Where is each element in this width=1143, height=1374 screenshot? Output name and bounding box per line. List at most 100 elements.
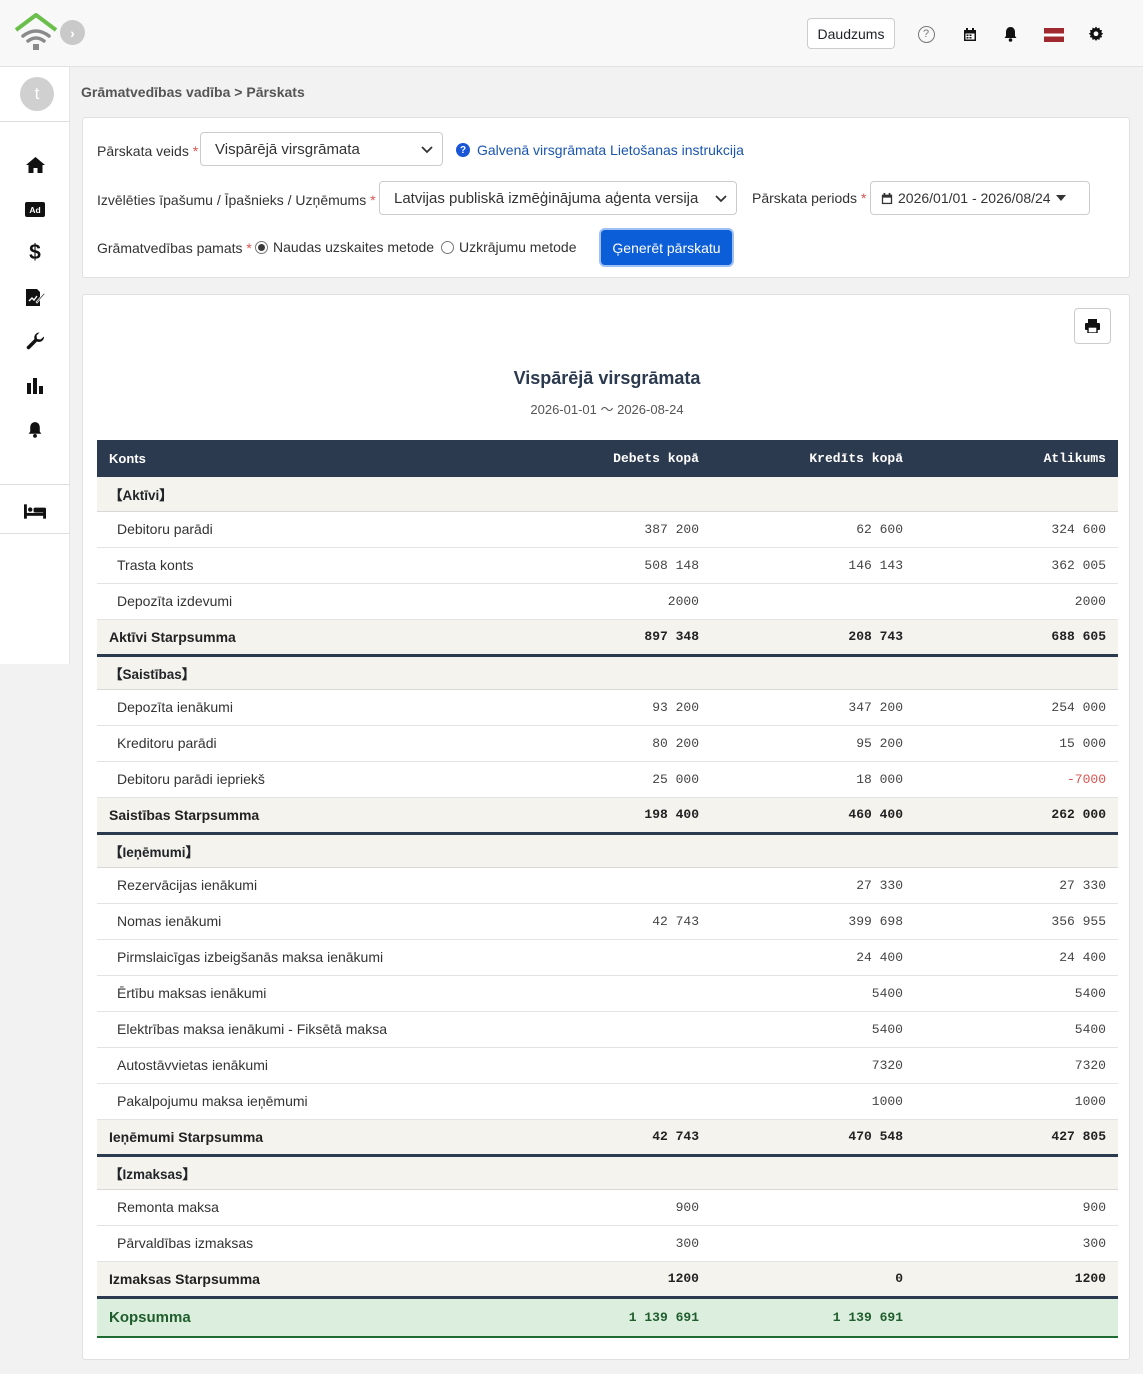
accounting-basis-label: Grāmatvedības pamats *: [97, 240, 252, 256]
column-header[interactable]: Kredīts kopā: [711, 440, 915, 477]
bell-icon[interactable]: [24, 418, 46, 440]
help-icon[interactable]: ?: [916, 24, 936, 44]
credit-cell: [711, 1189, 915, 1226]
column-header[interactable]: Atlikums: [915, 440, 1118, 477]
home-icon[interactable]: [24, 154, 46, 176]
table-row[interactable]: Autostāvvietas ienākumi 7320 7320: [97, 1047, 1118, 1084]
ad-icon[interactable]: Ad: [24, 198, 46, 220]
account-name: Pakalpojumu maksa ieņēmumi: [97, 1083, 507, 1120]
debit-cell: 25 000: [507, 761, 711, 798]
wrench-icon[interactable]: [24, 330, 46, 352]
credit-cell: 7320: [711, 1047, 915, 1084]
credit-cell: 27 330: [711, 867, 915, 904]
subtotal-balance: 427 805: [915, 1119, 1118, 1157]
credit-cell: [711, 1225, 915, 1262]
credit-cell: 5400: [711, 975, 915, 1012]
debit-cell: 387 200: [507, 511, 711, 548]
account-name: Ērtību maksas ienākumi: [97, 975, 507, 1012]
debit-cell: 93 200: [507, 689, 711, 726]
credit-cell: 5400: [711, 1011, 915, 1048]
print-button[interactable]: [1074, 308, 1111, 344]
subtotal-label: Aktīvi Starpsumma: [97, 619, 507, 657]
svg-text:Ad: Ad: [29, 205, 40, 215]
generate-report-button[interactable]: Ģenerēt pārskatu: [601, 230, 732, 265]
question-icon: ?: [456, 143, 470, 157]
subtotal-balance: 262 000: [915, 797, 1118, 835]
breadcrumb: Grāmatvedības vadība > Pārskats: [81, 84, 305, 100]
table-row[interactable]: Elektrības maksa ienākumi - Fiksētā maks…: [97, 1011, 1118, 1048]
contract-icon[interactable]: [24, 286, 46, 308]
subtotal-balance: 1200: [915, 1261, 1118, 1299]
debit-cell: [507, 1083, 711, 1120]
table-row[interactable]: Pakalpojumu maksa ieņēmumi 1000 1000: [97, 1083, 1118, 1120]
bell-icon[interactable]: [1000, 24, 1020, 44]
table-row[interactable]: Remonta maksa 900 900: [97, 1189, 1118, 1226]
quantity-button[interactable]: Daudzums: [807, 18, 895, 49]
period-picker[interactable]: 2026/01/01 - 2026/08/24: [870, 181, 1090, 215]
credit-cell: 24 400: [711, 939, 915, 976]
section-title: 【Ieņēmumi】: [97, 833, 1118, 868]
report-type-select[interactable]: Vispārējā virsgrāmata: [200, 132, 443, 166]
subtotal-balance: 688 605: [915, 619, 1118, 657]
balance-cell: 7320: [915, 1047, 1118, 1084]
logo-icon[interactable]: [14, 13, 58, 51]
subtotal-debit: 897 348: [507, 619, 711, 657]
table-row[interactable]: Debitoru parādi iepriekš 25 000 18 000 -700…: [97, 761, 1118, 798]
bed-icon[interactable]: [24, 500, 46, 522]
credit-cell: 399 698: [711, 903, 915, 940]
debit-cell: [507, 975, 711, 1012]
sidebar-toggle-chevron-icon[interactable]: ›: [60, 20, 85, 45]
subtotal-credit: 470 548: [711, 1119, 915, 1157]
table-row[interactable]: Trasta konts 508 148 146 143 362 005: [97, 547, 1118, 584]
credit-cell: 62 600: [711, 511, 915, 548]
subtotal-row: Ieņēmumi Starpsumma 42 743 470 548 427 805: [97, 1119, 1118, 1157]
account-name: Debitoru parādi: [97, 511, 507, 548]
table-row[interactable]: Kreditoru parādi 80 200 95 200 15 000: [97, 725, 1118, 762]
table-row[interactable]: Pārvaldības izmaksas 300 300: [97, 1225, 1118, 1262]
balance-cell: 2000: [915, 583, 1118, 620]
account-name: Elektrības maksa ienākumi - Fiksētā maks…: [97, 1011, 507, 1048]
table-row[interactable]: Nomas ienākumi 42 743 399 698 356 955: [97, 903, 1118, 940]
credit-cell: 146 143: [711, 547, 915, 584]
chart-icon[interactable]: [24, 374, 46, 396]
dollar-icon[interactable]: $: [24, 241, 46, 264]
debit-cell: [507, 867, 711, 904]
table-row[interactable]: Ērtību maksas ienākumi 5400 5400: [97, 975, 1118, 1012]
avatar[interactable]: t: [20, 77, 54, 111]
table-row[interactable]: Rezervācijas ienākumi 27 330 27 330: [97, 867, 1118, 904]
calendar-icon[interactable]: [960, 24, 980, 44]
gear-icon[interactable]: [1086, 24, 1106, 44]
balance-cell: -7000: [915, 761, 1118, 798]
debit-cell: 2000: [507, 583, 711, 620]
cash-basis-radio[interactable]: Naudas uzskaites metode: [255, 239, 434, 255]
account-name: Rezervācijas ienākumi: [97, 867, 507, 904]
table-row[interactable]: Pirmslaicīgas izbeigšanās maksa ienākumi…: [97, 939, 1118, 976]
property-select[interactable]: Latvijas publiskā izmēģinājuma aģenta ve…: [379, 181, 737, 215]
balance-cell: 1000: [915, 1083, 1118, 1120]
column-header[interactable]: Konts: [97, 440, 507, 477]
balance-cell: 254 000: [915, 689, 1118, 726]
grand-total-credit: 1 139 691: [711, 1296, 915, 1338]
subtotal-label: Ieņēmumi Starpsumma: [97, 1119, 507, 1157]
table-row[interactable]: Debitoru parādi 387 200 62 600 324 600: [97, 511, 1118, 548]
usage-instructions-link[interactable]: ? Galvenā virsgrāmata Lietošanas instruk…: [456, 142, 744, 158]
credit-cell: 1000: [711, 1083, 915, 1120]
section-header-row: 【Izmaksas】: [97, 1155, 1118, 1190]
subtotal-debit: 198 400: [507, 797, 711, 835]
debit-cell: 42 743: [507, 903, 711, 940]
grand-total-debit: 1 139 691: [507, 1296, 711, 1338]
subtotal-row: Saistības Starpsumma 198 400 460 400 262 00…: [97, 797, 1118, 835]
table-row[interactable]: Depozīta izdevumi 2000 2000: [97, 583, 1118, 620]
accrual-basis-radio[interactable]: Uzkrājumu metode: [441, 239, 577, 255]
section-title: 【Saistības】: [97, 655, 1118, 690]
balance-cell: 300: [915, 1225, 1118, 1262]
report-type-label: Pārskata veids *: [97, 143, 199, 159]
balance-cell: 356 955: [915, 903, 1118, 940]
account-name: Autostāvvietas ienākumi: [97, 1047, 507, 1084]
latvia-flag-icon[interactable]: [1044, 24, 1064, 44]
top-bar: › Daudzums ?: [0, 0, 1143, 67]
column-header[interactable]: Debets kopā: [507, 440, 711, 477]
credit-cell: 18 000: [711, 761, 915, 798]
account-name: Debitoru parādi iepriekš: [97, 761, 507, 798]
table-row[interactable]: Depozīta ienākumi 93 200 347 200 254 000: [97, 689, 1118, 726]
